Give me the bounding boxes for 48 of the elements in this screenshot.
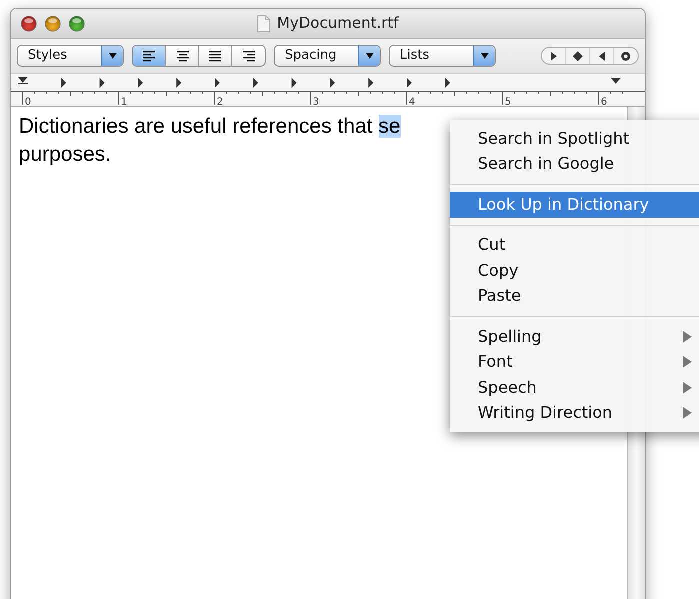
minimize-button[interactable] — [45, 16, 61, 32]
styles-popup[interactable]: Styles — [17, 45, 124, 67]
tab-stop-button[interactable] — [590, 48, 614, 64]
menu-item[interactable]: Font — [450, 350, 699, 375]
ruler-label: 0 — [25, 97, 32, 108]
align-left-icon — [142, 50, 156, 62]
ruler-label: 2 — [217, 97, 224, 108]
close-button[interactable] — [21, 16, 37, 32]
document-icon — [257, 14, 272, 32]
tab-stop-markers[interactable] — [18, 77, 621, 88]
alignment-control[interactable] — [132, 45, 266, 67]
menu-item[interactable]: Spelling — [450, 324, 699, 350]
submenu-arrow-icon — [683, 407, 692, 420]
menu-item[interactable]: Copy — [450, 258, 699, 284]
caret-icon — [108, 53, 116, 59]
ruler-label: 1 — [121, 97, 128, 108]
spacing-popup[interactable]: Spacing — [274, 45, 381, 67]
tab-stop-button[interactable] — [542, 48, 566, 64]
submenu-arrow-icon — [683, 330, 692, 343]
zoom-button[interactable] — [69, 16, 85, 32]
menu-item[interactable]: Look Up in Dictionary — [450, 192, 699, 218]
diamond-icon — [572, 50, 584, 62]
align-justify-icon — [208, 50, 222, 62]
menu-item[interactable]: Speech — [450, 375, 699, 400]
dot-icon — [620, 50, 632, 62]
align-left-button[interactable] — [133, 46, 166, 66]
tab-stop-control[interactable] — [541, 47, 639, 65]
text-line: Dictionaries are useful references that se — [19, 114, 401, 140]
ruler-label: 5 — [505, 97, 512, 108]
menu-item[interactable]: Search in Spotlight — [450, 126, 699, 152]
menu-item[interactable]: Cut — [450, 232, 699, 258]
ruler-label: 3 — [313, 97, 320, 108]
window-title: MyDocument.rtf — [277, 13, 399, 34]
menu-item[interactable]: Search in Google — [450, 152, 699, 177]
submenu-arrow-icon — [683, 356, 692, 368]
tab-stop-button[interactable] — [566, 48, 590, 64]
tab-stop-button[interactable] — [614, 48, 638, 64]
align-center-icon — [174, 50, 190, 62]
menu-item[interactable]: Writing Direction — [450, 400, 699, 426]
caret-icon — [366, 53, 374, 59]
lists-popup[interactable]: Lists — [389, 45, 496, 67]
menu-item[interactable]: Paste — [450, 284, 699, 309]
text-line: purposes. — [19, 142, 112, 168]
ruler-label: 4 — [409, 97, 416, 108]
submenu-arrow-icon — [683, 382, 692, 394]
align-right-icon — [241, 50, 256, 62]
ruler-label: 6 — [601, 97, 608, 108]
caret-icon — [480, 53, 488, 59]
